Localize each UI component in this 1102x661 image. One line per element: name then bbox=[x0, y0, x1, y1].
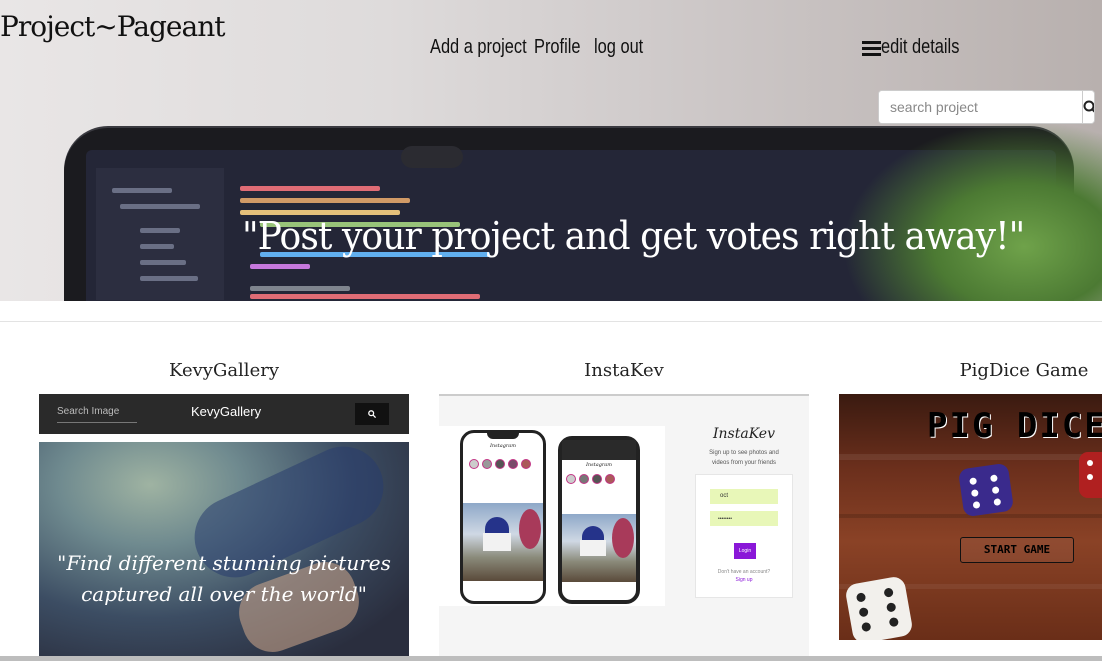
horizontal-scrollbar[interactable] bbox=[0, 656, 1102, 661]
wood-grain bbox=[839, 454, 1102, 460]
project-preview-kevygallery[interactable]: Search Image KevyGallery "Find different… bbox=[39, 394, 409, 656]
red-die bbox=[1079, 452, 1102, 498]
section-divider bbox=[0, 321, 1102, 322]
white-die bbox=[844, 575, 914, 640]
code-line bbox=[140, 276, 198, 281]
preview-app-title: KevyGallery bbox=[191, 404, 262, 419]
hero-tagline: "Post your project and get votes right a… bbox=[242, 214, 1025, 258]
subtitle-line: Sign up to see photos and bbox=[709, 450, 779, 456]
login-field-password: •••••••• bbox=[710, 511, 778, 526]
phone-app-name: Instagram bbox=[489, 443, 517, 449]
login-card: oct •••••••• Login Don't have an account… bbox=[695, 474, 793, 598]
preview-quote-line: "Find different stunning pictures bbox=[57, 551, 391, 575]
flowers-shape bbox=[612, 518, 634, 558]
church-shape bbox=[483, 533, 511, 551]
post-image bbox=[463, 503, 543, 581]
instakev-brand: InstaKev bbox=[713, 426, 775, 442]
phone-topbar bbox=[562, 440, 636, 460]
preview-quote-line: captured all over the world" bbox=[81, 582, 367, 606]
dome-shape bbox=[485, 517, 509, 533]
start-game-button: START GAME bbox=[960, 537, 1074, 563]
project-title[interactable]: InstaKev bbox=[439, 360, 809, 381]
phone-mockup: Instagram bbox=[558, 436, 640, 604]
project-title[interactable]: KevyGallery bbox=[39, 360, 409, 381]
hero-banner: Project~Pageant Add a project Profile lo… bbox=[0, 0, 1102, 301]
code-line bbox=[250, 286, 350, 291]
flowers-shape bbox=[519, 509, 541, 549]
search-bar bbox=[878, 90, 1095, 124]
church-shape bbox=[580, 540, 606, 556]
nav-add-project[interactable]: Add a project bbox=[430, 36, 527, 59]
preview-quote: "Find different stunning pictures captur… bbox=[39, 548, 409, 610]
search-input[interactable] bbox=[879, 91, 1082, 123]
code-line bbox=[240, 186, 380, 191]
preview-search-underline bbox=[57, 422, 137, 423]
edit-details-label: edit details bbox=[881, 36, 960, 58]
signup-link: Sign up bbox=[735, 577, 753, 583]
preview-search-button bbox=[355, 403, 389, 425]
nav-profile[interactable]: Profile bbox=[534, 36, 580, 59]
code-line bbox=[250, 264, 310, 269]
stories-row bbox=[469, 459, 531, 469]
search-icon bbox=[1083, 100, 1094, 113]
phone-mockup: Instagram bbox=[460, 430, 546, 604]
subtitle-line: videos from your friends bbox=[711, 460, 777, 466]
plant-image bbox=[842, 120, 1102, 301]
code-line bbox=[250, 294, 480, 299]
brand-logo[interactable]: Project~Pageant bbox=[0, 10, 225, 43]
preview-search-label: Search Image bbox=[57, 406, 120, 417]
stories-row bbox=[566, 474, 615, 484]
search-icon bbox=[368, 410, 376, 418]
code-line bbox=[140, 228, 180, 233]
dome-shape bbox=[582, 526, 604, 540]
nav-logout[interactable]: log out bbox=[594, 36, 643, 59]
login-field-username: oct bbox=[710, 489, 778, 504]
edit-details-menu[interactable]: edit details bbox=[862, 36, 977, 59]
preview-gap bbox=[39, 434, 409, 442]
phone-app-name: Instagram bbox=[585, 462, 613, 468]
login-subtitle: Sign up to see photos and videos from yo… bbox=[693, 448, 795, 468]
project-preview-pigdice[interactable]: PIG DICE START GAME bbox=[839, 394, 1102, 640]
code-line bbox=[120, 204, 200, 209]
phone-notch bbox=[487, 433, 519, 439]
game-title: PIG DICE bbox=[927, 406, 1102, 446]
code-line bbox=[240, 198, 410, 203]
project-title[interactable]: PigDice Game bbox=[839, 360, 1102, 381]
post-image bbox=[562, 514, 636, 582]
code-line bbox=[140, 260, 186, 265]
code-line bbox=[140, 244, 174, 249]
project-preview-instakev[interactable]: Instagram Instagram InstaKev Sign up to … bbox=[439, 394, 809, 656]
hamburger-menu-icon bbox=[862, 40, 881, 56]
search-button[interactable] bbox=[1082, 91, 1094, 123]
no-account-text: Don't have an account? bbox=[717, 569, 771, 575]
login-button: Login bbox=[734, 543, 756, 559]
laptop-camera bbox=[401, 146, 463, 168]
code-line bbox=[112, 188, 172, 193]
purple-die bbox=[957, 462, 1015, 518]
